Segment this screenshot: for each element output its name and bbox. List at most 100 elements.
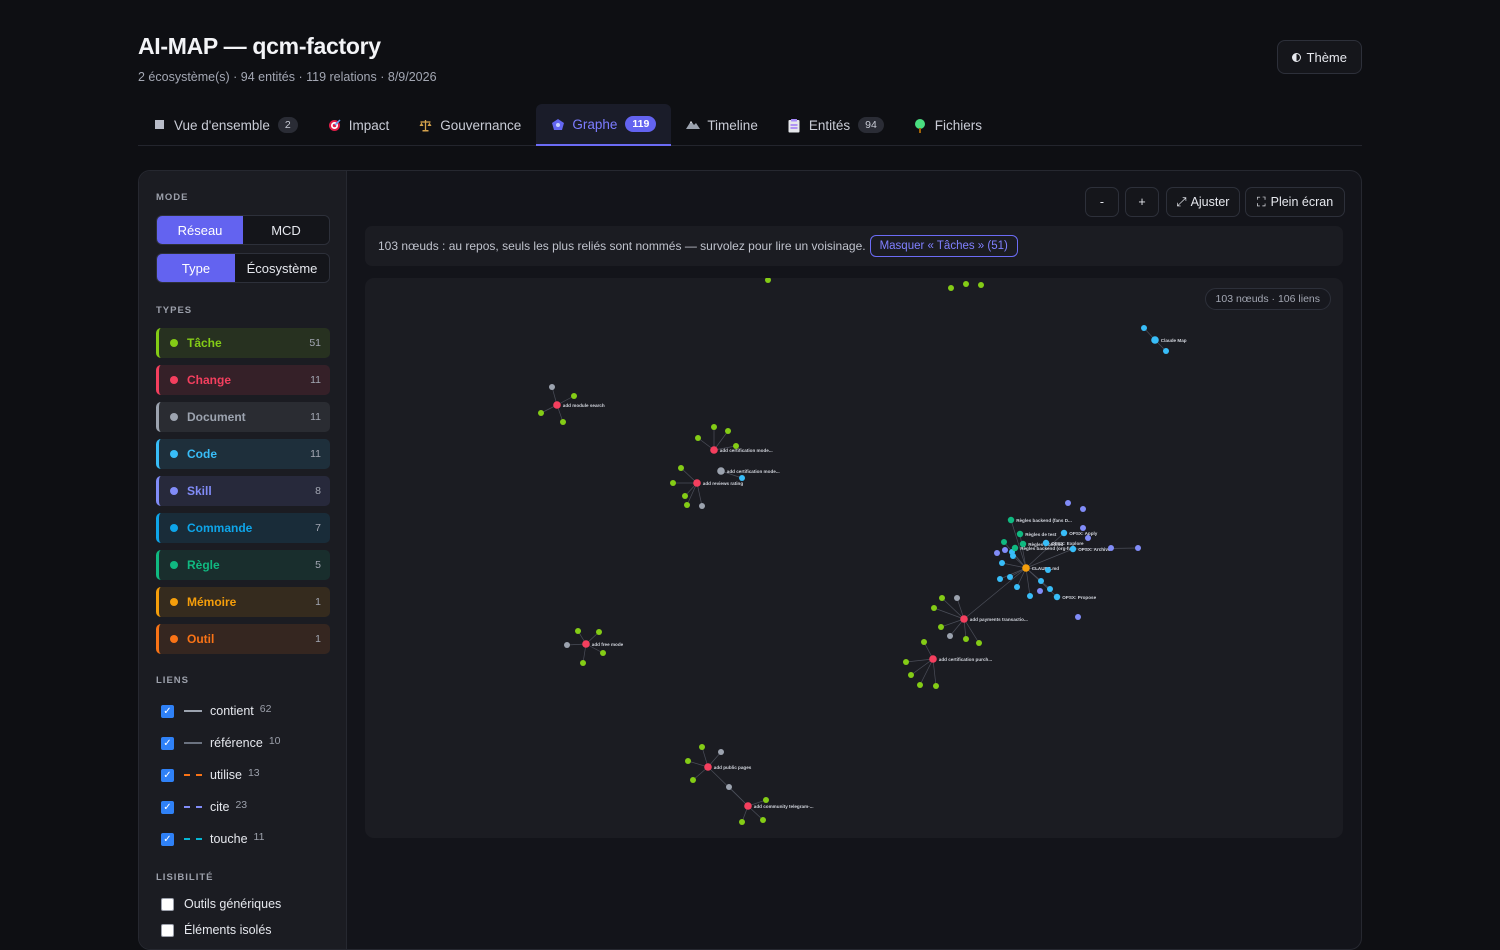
graph-node-opsx-explore[interactable] <box>1042 539 1050 547</box>
tab-files[interactable]: Fichiers <box>899 104 997 146</box>
graph-node[interactable] <box>564 642 570 648</box>
graph-node[interactable] <box>678 465 684 471</box>
graph-node-regles-backend[interactable] <box>1007 516 1015 524</box>
graph-node[interactable] <box>1085 535 1091 541</box>
graph-node[interactable] <box>1108 545 1114 551</box>
type-filter-7[interactable]: Mémoire 1 <box>156 587 330 617</box>
graph-node[interactable] <box>1065 500 1071 506</box>
link-filter-1[interactable]: ✓ référence 10 <box>161 735 281 751</box>
tab-entities[interactable]: Entités 94 <box>773 104 899 146</box>
graph-node[interactable] <box>725 428 731 434</box>
graph-node-reviews[interactable] <box>693 479 701 487</box>
graph-node[interactable] <box>938 624 944 630</box>
mode-network-button[interactable]: Réseau <box>157 216 243 244</box>
graph-node[interactable] <box>575 628 581 634</box>
mode-mcd-button[interactable]: MCD <box>243 216 329 244</box>
graph-node[interactable] <box>695 435 701 441</box>
generic-tools-toggle[interactable]: Outils génériques <box>161 896 281 912</box>
type-filter-2[interactable]: Document 11 <box>156 402 330 432</box>
fit-button[interactable]: ⤢ Ajuster <box>1166 187 1240 217</box>
graph-node[interactable] <box>1080 506 1086 512</box>
fullscreen-button[interactable]: ⛶ Plein écran <box>1245 187 1345 217</box>
graph-node-regles-test[interactable] <box>1016 530 1024 538</box>
graph-node[interactable] <box>963 636 969 642</box>
graph-node[interactable] <box>1038 578 1044 584</box>
graph-node[interactable] <box>963 281 969 287</box>
graph-node[interactable] <box>538 410 544 416</box>
graph-node[interactable] <box>1075 614 1081 620</box>
type-filter-8[interactable]: Outil 1 <box>156 624 330 654</box>
graph-node[interactable] <box>699 744 705 750</box>
graph-node[interactable] <box>763 797 769 803</box>
graph-node[interactable] <box>947 633 953 639</box>
graph-node[interactable] <box>596 629 602 635</box>
graph-node[interactable] <box>765 278 771 283</box>
tab-governance[interactable]: Gouvernance <box>404 104 536 146</box>
graph-node[interactable] <box>760 817 766 823</box>
link-filter-0[interactable]: ✓ contient 62 <box>161 703 271 719</box>
group-ecosystem-button[interactable]: Écosystème <box>235 254 329 282</box>
graph-node[interactable] <box>600 650 606 656</box>
graph-node[interactable] <box>739 819 745 825</box>
graph-node[interactable] <box>1045 567 1051 573</box>
graph-node[interactable] <box>908 672 914 678</box>
tab-impact[interactable]: Impact <box>313 104 405 146</box>
graph-node[interactable] <box>976 640 982 646</box>
graph-node[interactable] <box>1037 588 1043 594</box>
graph-node-community[interactable] <box>744 802 752 810</box>
graph-node[interactable] <box>1047 586 1053 592</box>
graph-node[interactable] <box>1135 545 1141 551</box>
graph-node[interactable] <box>931 605 937 611</box>
graph-node[interactable] <box>560 419 566 425</box>
graph-node[interactable] <box>1007 574 1013 580</box>
type-filter-5[interactable]: Commande 7 <box>156 513 330 543</box>
type-filter-0[interactable]: Tâche 51 <box>156 328 330 358</box>
graph-node-free-mode[interactable] <box>582 640 590 648</box>
graph-node[interactable] <box>1001 539 1007 545</box>
isolated-elements-toggle[interactable]: Éléments isolés <box>161 922 272 938</box>
graph-node[interactable] <box>549 384 555 390</box>
graph-node-module-search[interactable] <box>553 401 561 409</box>
graph-node[interactable] <box>933 683 939 689</box>
graph-node-cert-purchase[interactable] <box>929 655 937 663</box>
graph-node[interactable] <box>994 550 1000 556</box>
graph-node[interactable] <box>999 560 1005 566</box>
graph-node[interactable] <box>685 758 691 764</box>
graph-node-payments[interactable] <box>960 615 968 623</box>
tab-overview[interactable]: Vue d'ensemble 2 <box>138 104 313 146</box>
type-filter-3[interactable]: Code 11 <box>156 439 330 469</box>
checkbox[interactable]: ✓ <box>161 736 174 750</box>
link-filter-2[interactable]: ✓ utilise 13 <box>161 767 260 783</box>
graph-node[interactable] <box>718 749 724 755</box>
type-filter-1[interactable]: Change 11 <box>156 365 330 395</box>
graph-node-cert-doc[interactable] <box>717 467 725 475</box>
graph-node[interactable] <box>580 660 586 666</box>
type-filter-4[interactable]: Skill 8 <box>156 476 330 506</box>
graph-node[interactable] <box>939 595 945 601</box>
graph-node[interactable] <box>670 480 676 486</box>
link-filter-4[interactable]: ✓ touche 11 <box>161 831 264 847</box>
graph-node[interactable] <box>954 595 960 601</box>
tab-timeline[interactable]: Timeline <box>671 104 773 146</box>
graph-node-public-pages[interactable] <box>704 763 712 771</box>
graph-node[interactable] <box>571 393 577 399</box>
graph-node[interactable] <box>1002 547 1008 553</box>
tab-graph[interactable]: Graphe 119 <box>536 104 672 146</box>
graph-node[interactable] <box>1141 325 1147 331</box>
graph-node-opsx-apply[interactable] <box>1060 529 1068 537</box>
graph-node[interactable] <box>1163 348 1169 354</box>
graph-node[interactable] <box>921 639 927 645</box>
graph-node-opsx-propose[interactable] <box>1053 593 1061 601</box>
graph-node-regles-backend-2[interactable] <box>1011 544 1019 552</box>
link-filter-3[interactable]: ✓ cite 23 <box>161 799 247 815</box>
graph-node[interactable] <box>699 503 705 509</box>
graph-node[interactable] <box>711 424 717 430</box>
graph-node-claude-map[interactable] <box>1151 336 1159 344</box>
zoom-in-button[interactable]: + <box>1125 187 1159 217</box>
graph-node[interactable] <box>917 682 923 688</box>
graph-node[interactable] <box>903 659 909 665</box>
checkbox[interactable]: ✓ <box>161 704 174 718</box>
graph-svg[interactable]: Claude Map add module search add certifica… <box>365 278 1343 838</box>
checkbox[interactable]: ✓ <box>161 768 174 782</box>
graph-node[interactable] <box>733 443 739 449</box>
